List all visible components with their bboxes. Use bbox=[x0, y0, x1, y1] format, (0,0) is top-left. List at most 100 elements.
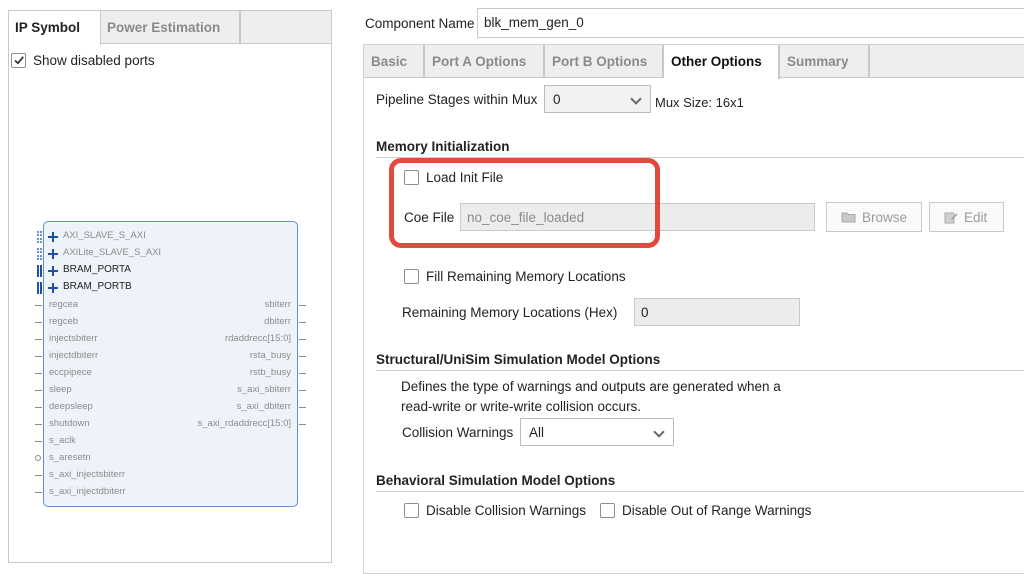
tab-ip-symbol[interactable]: IP Symbol bbox=[9, 11, 101, 45]
options-tab-bar: Basic Port A Options Port B Options Othe… bbox=[364, 45, 1024, 79]
tab-basic[interactable]: Basic bbox=[364, 45, 425, 78]
port-pin bbox=[35, 492, 42, 493]
port-sbiterr: sbiterr bbox=[264, 299, 291, 310]
port-injectdbiterr: injectdbiterr bbox=[49, 350, 99, 361]
pipeline-stages-label: Pipeline Stages within Mux bbox=[376, 92, 538, 107]
bus-marker bbox=[37, 248, 42, 260]
port-pin bbox=[299, 339, 306, 340]
memory-init-header: Memory Initialization bbox=[376, 139, 510, 154]
structural-description-line1: Defines the type of warnings and outputs… bbox=[401, 379, 781, 394]
structural-description-line2: read-write or write-write collision occu… bbox=[401, 399, 642, 414]
disable-range-option[interactable]: Disable Out of Range Warnings bbox=[600, 503, 811, 518]
collision-warnings-value: All bbox=[529, 425, 545, 440]
chevron-down-icon bbox=[653, 426, 665, 438]
mux-size-label: Mux Size: 16x1 bbox=[655, 95, 744, 110]
expand-plus-icon[interactable] bbox=[48, 266, 58, 276]
edit-button[interactable]: Edit bbox=[929, 202, 1004, 232]
annotation-highlight-box bbox=[389, 158, 660, 248]
port-s-aresetn: s_aresetn bbox=[49, 452, 91, 463]
tab-power-estimation[interactable]: Power Estimation bbox=[101, 11, 241, 44]
port-deepsleep: deepsleep bbox=[49, 401, 93, 412]
collision-warnings-label: Collision Warnings bbox=[402, 425, 514, 440]
ip-symbol-block: AXI_SLAVE_S_AXI AXILite_SLAVE_S_AXI BRAM… bbox=[35, 221, 306, 507]
port-pin bbox=[35, 322, 42, 323]
expand-plus-icon[interactable] bbox=[48, 249, 58, 259]
expand-plus-icon[interactable] bbox=[48, 283, 58, 293]
tab-summary[interactable]: Summary bbox=[780, 45, 870, 78]
port-s-aclk: s_aclk bbox=[49, 435, 76, 446]
port-rstb-busy: rstb_busy bbox=[249, 367, 291, 378]
left-tab-bar: IP Symbol Power Estimation bbox=[9, 11, 331, 45]
port-pin bbox=[35, 407, 42, 408]
port-s-axi-dbiterr: s_axi_dbiterr bbox=[236, 401, 291, 412]
bus-marker bbox=[37, 282, 42, 294]
edit-label: Edit bbox=[964, 209, 988, 225]
port-s-axi-rdaddrecc: s_axi_rdaddrecc[15:0] bbox=[197, 418, 291, 429]
port-rdaddrecc: rdaddrecc[15:0] bbox=[224, 333, 291, 344]
tab-other-options[interactable]: Other Options bbox=[664, 45, 780, 79]
disable-collision-option[interactable]: Disable Collision Warnings bbox=[404, 503, 586, 518]
section-divider bbox=[376, 491, 1024, 492]
port-rsta-busy: rsta_busy bbox=[249, 350, 291, 361]
port-shutdown: shutdown bbox=[49, 418, 90, 429]
section-divider bbox=[376, 370, 1024, 371]
component-name-input[interactable]: blk_mem_gen_0 bbox=[477, 8, 1024, 38]
disable-range-label: Disable Out of Range Warnings bbox=[622, 503, 812, 518]
port-regcea: regcea bbox=[49, 299, 79, 310]
pipeline-stages-select[interactable]: 0 bbox=[544, 85, 651, 113]
port-pin bbox=[35, 475, 42, 476]
browse-button[interactable]: Browse bbox=[826, 202, 922, 232]
interface-axilite-slave: AXILite_SLAVE_S_AXI bbox=[63, 247, 162, 258]
collision-warnings-select[interactable]: All bbox=[520, 418, 674, 446]
tab-port-b-options[interactable]: Port B Options bbox=[545, 45, 664, 78]
remaining-locations-input[interactable]: 0 bbox=[634, 298, 800, 326]
port-pin bbox=[35, 441, 42, 442]
disable-collision-label: Disable Collision Warnings bbox=[426, 503, 587, 518]
fill-remaining-checkbox[interactable] bbox=[404, 269, 419, 284]
component-name-label: Component Name bbox=[365, 16, 475, 31]
show-disabled-ports[interactable]: Show disabled ports bbox=[11, 51, 155, 69]
port-pin bbox=[299, 305, 306, 306]
port-pin bbox=[35, 305, 42, 306]
port-pin bbox=[299, 424, 306, 425]
interface-axi-slave: AXI_SLAVE_S_AXI bbox=[63, 230, 146, 241]
browse-label: Browse bbox=[862, 209, 908, 225]
behavioral-options-header: Behavioral Simulation Model Options bbox=[376, 473, 616, 488]
port-pin bbox=[35, 339, 42, 340]
port-pin bbox=[35, 424, 42, 425]
port-s-axi-injectdbiterr: s_axi_injectdbiterr bbox=[49, 486, 126, 497]
port-s-axi-sbiterr: s_axi_sbiterr bbox=[237, 384, 291, 395]
port-sleep: sleep bbox=[49, 384, 72, 395]
port-regceb: regceb bbox=[49, 316, 79, 327]
folder-icon bbox=[841, 212, 856, 223]
chevron-down-icon bbox=[630, 93, 642, 105]
show-disabled-checkbox[interactable] bbox=[11, 52, 26, 68]
remaining-locations-label: Remaining Memory Locations (Hex) bbox=[402, 305, 618, 320]
disable-range-checkbox[interactable] bbox=[600, 503, 615, 518]
ip-symbol-panel: IP Symbol Power Estimation Show disabled… bbox=[8, 10, 332, 563]
expand-plus-icon[interactable] bbox=[48, 232, 58, 242]
bus-marker bbox=[37, 265, 42, 277]
checkmark-icon bbox=[13, 56, 24, 65]
interface-bram-porta: BRAM_PORTA bbox=[63, 264, 131, 275]
port-dbiterr: dbiterr bbox=[264, 316, 291, 327]
port-pin bbox=[299, 322, 306, 323]
inverted-pin bbox=[35, 455, 41, 461]
tab-port-a-options[interactable]: Port A Options bbox=[425, 45, 545, 78]
show-disabled-label: Show disabled ports bbox=[33, 52, 155, 68]
pipeline-stages-value: 0 bbox=[553, 92, 561, 107]
structural-options-header: Structural/UniSim Simulation Model Optio… bbox=[376, 352, 661, 367]
port-pin bbox=[35, 373, 42, 374]
port-pin bbox=[299, 390, 306, 391]
port-injectsbiterr: injectsbiterr bbox=[49, 333, 98, 344]
bus-marker bbox=[37, 231, 42, 243]
port-s-axi-injectsbiterr: s_axi_injectsbiterr bbox=[49, 469, 126, 480]
port-pin bbox=[299, 373, 306, 374]
interface-bram-portb: BRAM_PORTB bbox=[63, 281, 132, 292]
port-pin bbox=[299, 356, 306, 357]
fill-remaining-option[interactable]: Fill Remaining Memory Locations bbox=[404, 269, 626, 284]
edit-icon bbox=[944, 212, 958, 223]
port-eccpipece: eccpipece bbox=[49, 367, 92, 378]
port-pin bbox=[299, 407, 306, 408]
disable-collision-checkbox[interactable] bbox=[404, 503, 419, 518]
